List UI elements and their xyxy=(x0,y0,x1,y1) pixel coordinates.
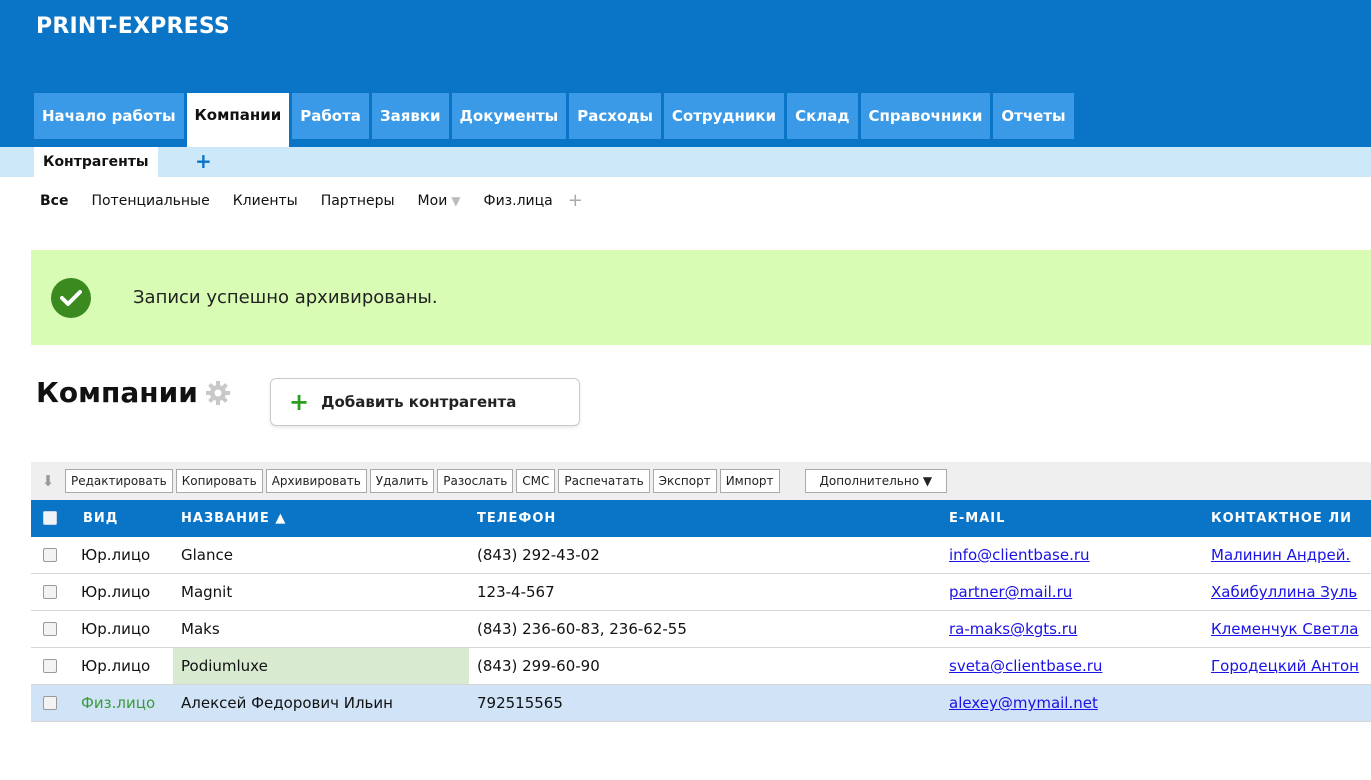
subtab-counterparties[interactable]: Контрагенты xyxy=(34,147,158,177)
column-phone[interactable]: ТЕЛЕФОН xyxy=(477,500,556,537)
tab-references[interactable]: Справочники xyxy=(860,93,991,139)
cell-contact-link[interactable]: Городецкий Антон xyxy=(1211,648,1359,684)
delete-button[interactable]: Удалить xyxy=(369,469,435,493)
tab-reports[interactable]: Отчеты xyxy=(993,93,1074,139)
check-circle-icon xyxy=(51,277,91,318)
add-counterparty-button[interactable]: + Добавить контрагента xyxy=(270,378,580,426)
add-subtab-button[interactable]: + xyxy=(195,147,212,177)
app-logo[interactable]: PRINT-EXPRESS xyxy=(36,14,230,39)
send-button[interactable]: Разослать xyxy=(437,469,514,493)
page-title: Компании xyxy=(36,376,198,409)
add-filter-button[interactable]: + xyxy=(568,190,583,211)
import-button[interactable]: Импорт xyxy=(719,469,780,493)
filter-clients[interactable]: Клиенты xyxy=(233,193,298,209)
cell-kind: Физ.лицо xyxy=(81,694,156,712)
cell-kind: Юр.лицо xyxy=(81,546,151,564)
page-header: Компании xyxy=(36,376,232,409)
table-row[interactable]: Юр.лицо Maks (843) 236-60-83, 236-62-55 … xyxy=(31,611,1371,648)
cell-phone: (843) 236-60-83, 236-62-55 xyxy=(477,620,687,638)
cell-phone: 792515565 xyxy=(477,694,563,712)
tab-requests[interactable]: Заявки xyxy=(371,93,449,139)
sub-nav: Контрагенты + xyxy=(0,147,1371,177)
filter-partners[interactable]: Партнеры xyxy=(321,193,395,209)
table-row[interactable]: Юр.лицо Magnit 123-4-567 partner@mail.ru… xyxy=(31,574,1371,611)
sms-button[interactable]: СМС xyxy=(516,469,556,493)
cell-contact-link[interactable]: Малинин Андрей. xyxy=(1211,537,1350,573)
copy-button[interactable]: Копировать xyxy=(175,469,263,493)
filter-individuals[interactable]: Физ.лица xyxy=(484,193,553,209)
main-nav: Начало работы Компании Работа Заявки Док… xyxy=(34,93,1077,147)
column-contact[interactable]: КОНТАКТНОЕ ЛИ xyxy=(1211,500,1352,537)
table-toolbar: ⬇ Редактировать Копировать Архивировать … xyxy=(31,462,1371,500)
add-counterparty-label: Добавить контрагента xyxy=(321,393,517,411)
cell-email-link[interactable]: info@clientbase.ru xyxy=(949,537,1090,573)
print-button[interactable]: Распечатать xyxy=(558,469,650,493)
table-row[interactable]: Физ.лицо Алексей Федорович Ильин 7925155… xyxy=(31,685,1371,722)
gear-icon[interactable] xyxy=(204,379,232,407)
cell-email-link[interactable]: partner@mail.ru xyxy=(949,574,1072,610)
table-row[interactable]: Юр.лицо Podiumluxe (843) 299-60-90 sveta… xyxy=(31,648,1371,685)
table-header: ВИД НАЗВАНИЕ ▲ ТЕЛЕФОН E-MAIL КОНТАКТНОЕ… xyxy=(31,500,1371,537)
top-bar: PRINT-EXPRESS Начало работы Компании Раб… xyxy=(0,0,1371,147)
success-alert: Записи успешно архивированы. xyxy=(31,250,1371,345)
more-actions-dropdown[interactable]: Дополнительно ▼ xyxy=(804,469,948,493)
cell-phone: 123-4-567 xyxy=(477,583,555,601)
cell-kind: Юр.лицо xyxy=(81,657,151,675)
table-row[interactable]: Юр.лицо Glance (843) 292-43-02 info@clie… xyxy=(31,537,1371,574)
cell-phone: (843) 299-60-90 xyxy=(477,657,600,675)
plus-icon: + xyxy=(289,388,310,416)
cell-email-link[interactable]: ra-maks@kgts.ru xyxy=(949,611,1077,647)
tab-expenses[interactable]: Расходы xyxy=(569,93,661,139)
filter-bar: Все Потенциальные Клиенты Партнеры Мои ▼ … xyxy=(40,190,583,211)
cell-name: Magnit xyxy=(181,583,233,601)
select-all-checkbox[interactable] xyxy=(43,511,57,525)
cell-email-link[interactable]: alexey@mymail.net xyxy=(949,685,1098,721)
companies-table: ВИД НАЗВАНИЕ ▲ ТЕЛЕФОН E-MAIL КОНТАКТНОЕ… xyxy=(31,500,1371,722)
tab-employees[interactable]: Сотрудники xyxy=(663,93,785,139)
filter-mine[interactable]: Мои ▼ xyxy=(418,193,461,209)
filter-all[interactable]: Все xyxy=(40,193,68,209)
row-checkbox[interactable] xyxy=(43,548,57,562)
filter-mine-label: Мои xyxy=(417,192,448,209)
column-name[interactable]: НАЗВАНИЕ ▲ xyxy=(181,500,286,537)
export-button[interactable]: Экспорт xyxy=(652,469,717,493)
row-checkbox[interactable] xyxy=(43,696,57,710)
cell-kind: Юр.лицо xyxy=(81,583,151,601)
tab-work[interactable]: Работа xyxy=(292,93,369,139)
cell-contact-link[interactable]: Клеменчук Светла xyxy=(1211,611,1358,647)
cell-name: Алексей Федорович Ильин xyxy=(181,694,393,712)
archive-button[interactable]: Архивировать xyxy=(265,469,367,493)
column-kind[interactable]: ВИД xyxy=(83,500,118,537)
tab-start[interactable]: Начало работы xyxy=(34,93,184,139)
edit-button[interactable]: Редактировать xyxy=(65,469,173,493)
tab-documents[interactable]: Документы xyxy=(451,93,567,139)
cell-phone: (843) 292-43-02 xyxy=(477,546,600,564)
cell-name: Podiumluxe xyxy=(173,648,469,684)
cell-name: Glance xyxy=(181,546,233,564)
download-arrow-icon[interactable]: ⬇ xyxy=(31,472,65,490)
cell-kind: Юр.лицо xyxy=(81,620,151,638)
alert-message: Записи успешно архивированы. xyxy=(133,287,438,308)
cell-email-link[interactable]: sveta@clientbase.ru xyxy=(949,648,1102,684)
row-checkbox[interactable] xyxy=(43,585,57,599)
row-checkbox[interactable] xyxy=(43,659,57,673)
row-checkbox[interactable] xyxy=(43,622,57,636)
tab-companies[interactable]: Компании xyxy=(186,93,290,147)
column-email[interactable]: E-MAIL xyxy=(949,500,1005,537)
chevron-down-icon[interactable]: ▼ xyxy=(451,194,460,208)
cell-name: Maks xyxy=(181,620,220,638)
tab-warehouse[interactable]: Склад xyxy=(787,93,858,139)
filter-potential[interactable]: Потенциальные xyxy=(91,193,209,209)
cell-contact-link[interactable]: Хабибуллина Зуль xyxy=(1211,574,1357,610)
